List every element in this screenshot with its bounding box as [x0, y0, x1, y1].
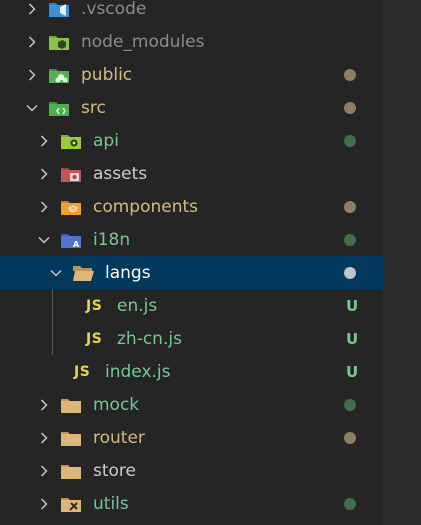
item-label: i18n	[93, 229, 131, 250]
item-label: utils	[93, 493, 129, 514]
item-label: public	[81, 64, 133, 85]
chevron-right-icon[interactable]	[36, 430, 52, 446]
git-status-dot	[344, 200, 356, 213]
untracked-badge: U	[346, 362, 359, 381]
git-status-dot	[344, 431, 356, 444]
scrollbar-gutter[interactable]	[383, 0, 421, 525]
folder-item-src[interactable]: src	[0, 91, 383, 124]
file-item-zh-cn-js[interactable]: JS zh-cn.js U	[0, 322, 383, 355]
folder-item-i18n[interactable]: Ai18n	[0, 223, 383, 256]
src-folder-icon	[48, 98, 70, 118]
item-label: mock	[93, 394, 140, 415]
chevron-right-icon[interactable]	[36, 496, 52, 512]
chevron-right-icon[interactable]	[36, 199, 52, 215]
git-status-dot	[344, 497, 356, 510]
vscode-folder-icon	[48, 0, 70, 19]
chevron-right-icon[interactable]	[24, 67, 40, 83]
item-label: components	[93, 196, 199, 217]
api-folder-icon	[60, 131, 82, 151]
untracked-badge: U	[346, 329, 359, 348]
chevron-right-icon[interactable]	[36, 463, 52, 479]
folder-item-api[interactable]: api	[0, 124, 383, 157]
file-item-en-js[interactable]: JS en.js U	[0, 289, 383, 322]
item-label: api	[93, 130, 119, 151]
folder-item-router[interactable]: router	[0, 421, 383, 454]
file-explorer-tree: .vscode node_modulespublic src api assets com…	[0, 0, 383, 525]
folder-icon	[60, 428, 82, 448]
folder-item-public[interactable]: public	[0, 58, 383, 91]
js-file-icon: JS	[86, 330, 103, 347]
item-label: en.js	[117, 295, 158, 316]
untracked-badge: U	[346, 296, 359, 315]
folder-item-store[interactable]: store	[0, 454, 383, 487]
components-folder-icon	[60, 197, 82, 217]
item-label: store	[93, 460, 136, 481]
js-file-icon: JS	[74, 363, 91, 380]
file-item-index-js[interactable]: JS index.js U	[0, 355, 383, 388]
item-label: router	[93, 427, 145, 448]
svg-text:A: A	[73, 240, 80, 249]
chevron-right-icon[interactable]	[36, 166, 52, 182]
node-folder-icon	[48, 32, 70, 52]
item-label: langs	[105, 262, 151, 283]
chevron-down-icon[interactable]	[36, 232, 52, 248]
folder-item-components[interactable]: components	[0, 190, 383, 223]
utils-folder-icon	[60, 494, 82, 514]
folder-icon	[60, 461, 82, 481]
chevron-right-icon[interactable]	[36, 397, 52, 413]
chevron-down-icon[interactable]	[24, 100, 40, 116]
folder-item-langs[interactable]: langs	[0, 256, 383, 289]
chevron-right-icon[interactable]	[36, 133, 52, 149]
open-folder-icon	[72, 263, 94, 283]
git-status-dot	[344, 266, 356, 279]
js-file-icon: JS	[86, 297, 103, 314]
item-label: node_modules	[81, 31, 205, 52]
git-status-dot	[344, 398, 356, 411]
chevron-down-icon[interactable]	[48, 265, 64, 281]
folder-item-vscode[interactable]: .vscode	[0, 0, 383, 25]
folder-icon	[60, 395, 82, 415]
folder-item-utils[interactable]: utils	[0, 487, 383, 520]
item-label: index.js	[105, 361, 171, 382]
git-status-dot	[344, 233, 356, 246]
git-status-dot	[344, 68, 356, 81]
i18n-folder-icon: A	[60, 230, 82, 250]
folder-item-mock[interactable]: mock	[0, 388, 383, 421]
folder-item-node-modules[interactable]: node_modules	[0, 25, 383, 58]
git-status-dot	[344, 134, 356, 147]
item-label: assets	[93, 163, 148, 184]
chevron-right-icon[interactable]	[24, 34, 40, 50]
assets-folder-icon	[60, 164, 82, 184]
item-label: .vscode	[81, 0, 147, 19]
git-status-dot	[344, 101, 356, 114]
public-folder-icon	[48, 65, 70, 85]
chevron-right-icon[interactable]	[24, 1, 40, 17]
folder-item-assets[interactable]: assets	[0, 157, 383, 190]
item-label: src	[81, 97, 106, 118]
item-label: zh-cn.js	[117, 328, 182, 349]
